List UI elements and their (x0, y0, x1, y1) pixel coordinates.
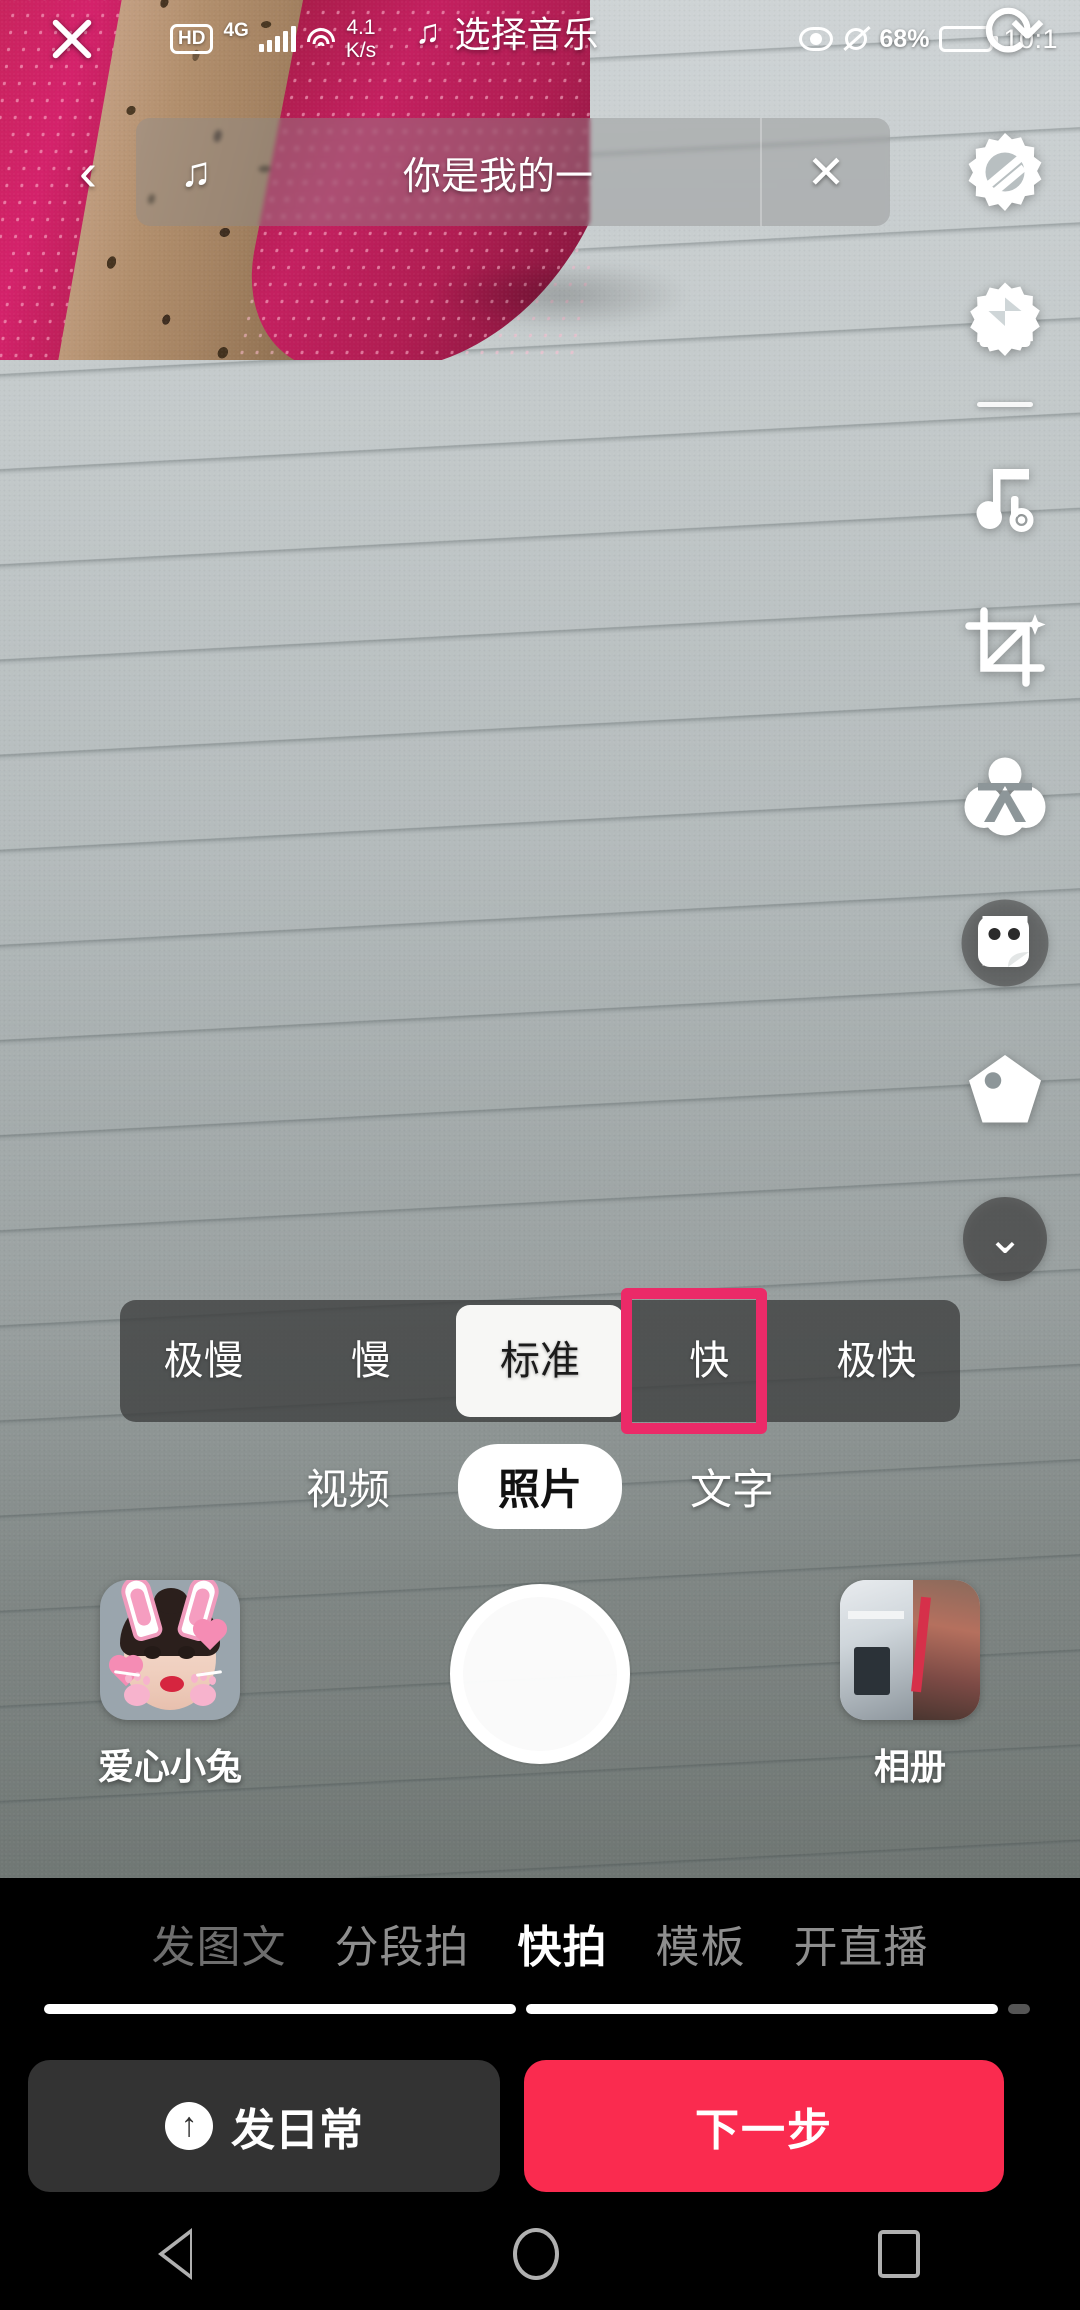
network-type-label: 4G (223, 20, 249, 41)
net-speed-value: 4.1 (346, 16, 376, 39)
music-effects-icon[interactable] (953, 447, 1057, 551)
speed-option-standard[interactable]: 标准 (456, 1305, 624, 1417)
tag-icon[interactable] (953, 1039, 1057, 1143)
speed-option-slow[interactable]: 慢 (287, 1300, 454, 1422)
text-effect-icon[interactable] (953, 743, 1057, 847)
music-track-pill[interactable]: ♫ 你是我的一 ✕ (136, 118, 890, 226)
close-icon[interactable] (42, 8, 102, 68)
flip-camera-icon[interactable]: ⟳ (968, 0, 1060, 78)
hd-badge: HD (170, 24, 214, 54)
music-note-icon: ♫ (180, 148, 212, 195)
home-circle-icon[interactable] (512, 2228, 559, 2280)
choose-music-label: 选择音乐 (454, 14, 599, 55)
toolbar-divider (977, 402, 1033, 407)
nav-tab-segment-shoot[interactable]: 分段拍 (335, 1911, 470, 1975)
net-speed: 4.1 K/s (346, 16, 376, 62)
beauty-download-icon[interactable] (953, 268, 1057, 372)
settings-disabled-icon[interactable] (953, 120, 1057, 224)
speed-option-very-fast[interactable]: 极快 (793, 1300, 960, 1422)
album-label: 相册 (873, 1746, 946, 1787)
collapse-chevron-glyph: ⌄ (963, 1197, 1047, 1281)
eye-icon (799, 27, 834, 51)
nav-tab-quick-shoot[interactable]: 快拍 (518, 1911, 608, 1975)
action-buttons: ↑ 发日常 下一步 (0, 2020, 1080, 2192)
music-bar: ‹ ♫ 你是我的一 ✕ (40, 118, 890, 226)
effect-picker[interactable]: 爱心小兔 (20, 1580, 320, 1790)
collapse-chevron-icon[interactable]: ⌄ (953, 1187, 1057, 1291)
back-triangle-icon[interactable] (157, 2228, 194, 2280)
alarm-off-icon (843, 26, 872, 52)
capture-mode-tabs: 视频 照片 文字 (0, 1444, 1080, 1529)
next-step-button[interactable]: 下一步 (524, 2060, 1004, 2192)
crop-enhance-icon[interactable] (953, 595, 1057, 699)
speed-selector: 极慢 慢 标准 快 极快 (120, 1288, 960, 1434)
scroll-track-right (526, 2004, 998, 2014)
post-daily-button[interactable]: ↑ 发日常 (28, 2060, 500, 2192)
speed-option-very-slow[interactable]: 极慢 (120, 1300, 287, 1422)
scroll-track-left (44, 2004, 516, 2014)
scroll-knob[interactable] (1008, 2004, 1030, 2014)
wifi-icon (306, 26, 336, 52)
back-chevron-icon[interactable]: ‹ (40, 141, 136, 203)
shutter-wrap (320, 1580, 760, 1764)
album-picker[interactable]: 相册 (760, 1580, 1060, 1790)
mode-tab-video[interactable]: 视频 (292, 1446, 404, 1527)
battery-percent-label: 68% (879, 24, 930, 53)
mode-tab-photo[interactable]: 照片 (457, 1444, 622, 1529)
music-note-icon: ♫ (415, 12, 441, 51)
recent-square-icon[interactable] (878, 2230, 921, 2278)
nav-tab-live[interactable]: 开直播 (794, 1911, 929, 1975)
speed-option-fast[interactable]: 快 (626, 1300, 793, 1422)
shutter-button[interactable] (450, 1584, 630, 1764)
remove-music-icon[interactable]: ✕ (762, 145, 890, 199)
speed-bar: 极慢 慢 标准 快 极快 (120, 1300, 960, 1422)
effect-thumbnail[interactable] (100, 1580, 240, 1720)
net-speed-unit: K/s (345, 39, 377, 62)
bottom-nav-tabs: 发图文 分段拍 快拍 模板 开直播 (0, 1878, 1080, 1998)
post-daily-label: 发日常 (231, 2106, 363, 2155)
signal-bars-icon (258, 26, 296, 52)
right-toolbar: ⌄ (930, 120, 1080, 1335)
next-step-label: 下一步 (695, 2106, 833, 2155)
upload-arrow-icon: ↑ (165, 2102, 213, 2150)
nav-scroll-indicator[interactable] (44, 2004, 1036, 2020)
fabric-shadow (430, 260, 690, 330)
nav-tab-template[interactable]: 模板 (656, 1911, 746, 1975)
nav-tab-post-graphic[interactable]: 发图文 (152, 1911, 287, 1975)
android-navigation-bar (0, 2198, 1080, 2310)
album-thumbnail[interactable] (840, 1580, 980, 1720)
capture-controls: 爱心小兔 相册 (0, 1580, 1080, 1840)
status-left-group: HD 4G 4.1 K/s (170, 16, 376, 62)
choose-music-button[interactable]: ♫ 选择音乐 (415, 6, 599, 58)
mode-tab-text[interactable]: 文字 (676, 1446, 788, 1527)
effect-label: 爱心小兔 (97, 1746, 242, 1787)
sticker-icon[interactable] (953, 891, 1057, 995)
music-track-title: 你是我的一 (402, 155, 593, 198)
